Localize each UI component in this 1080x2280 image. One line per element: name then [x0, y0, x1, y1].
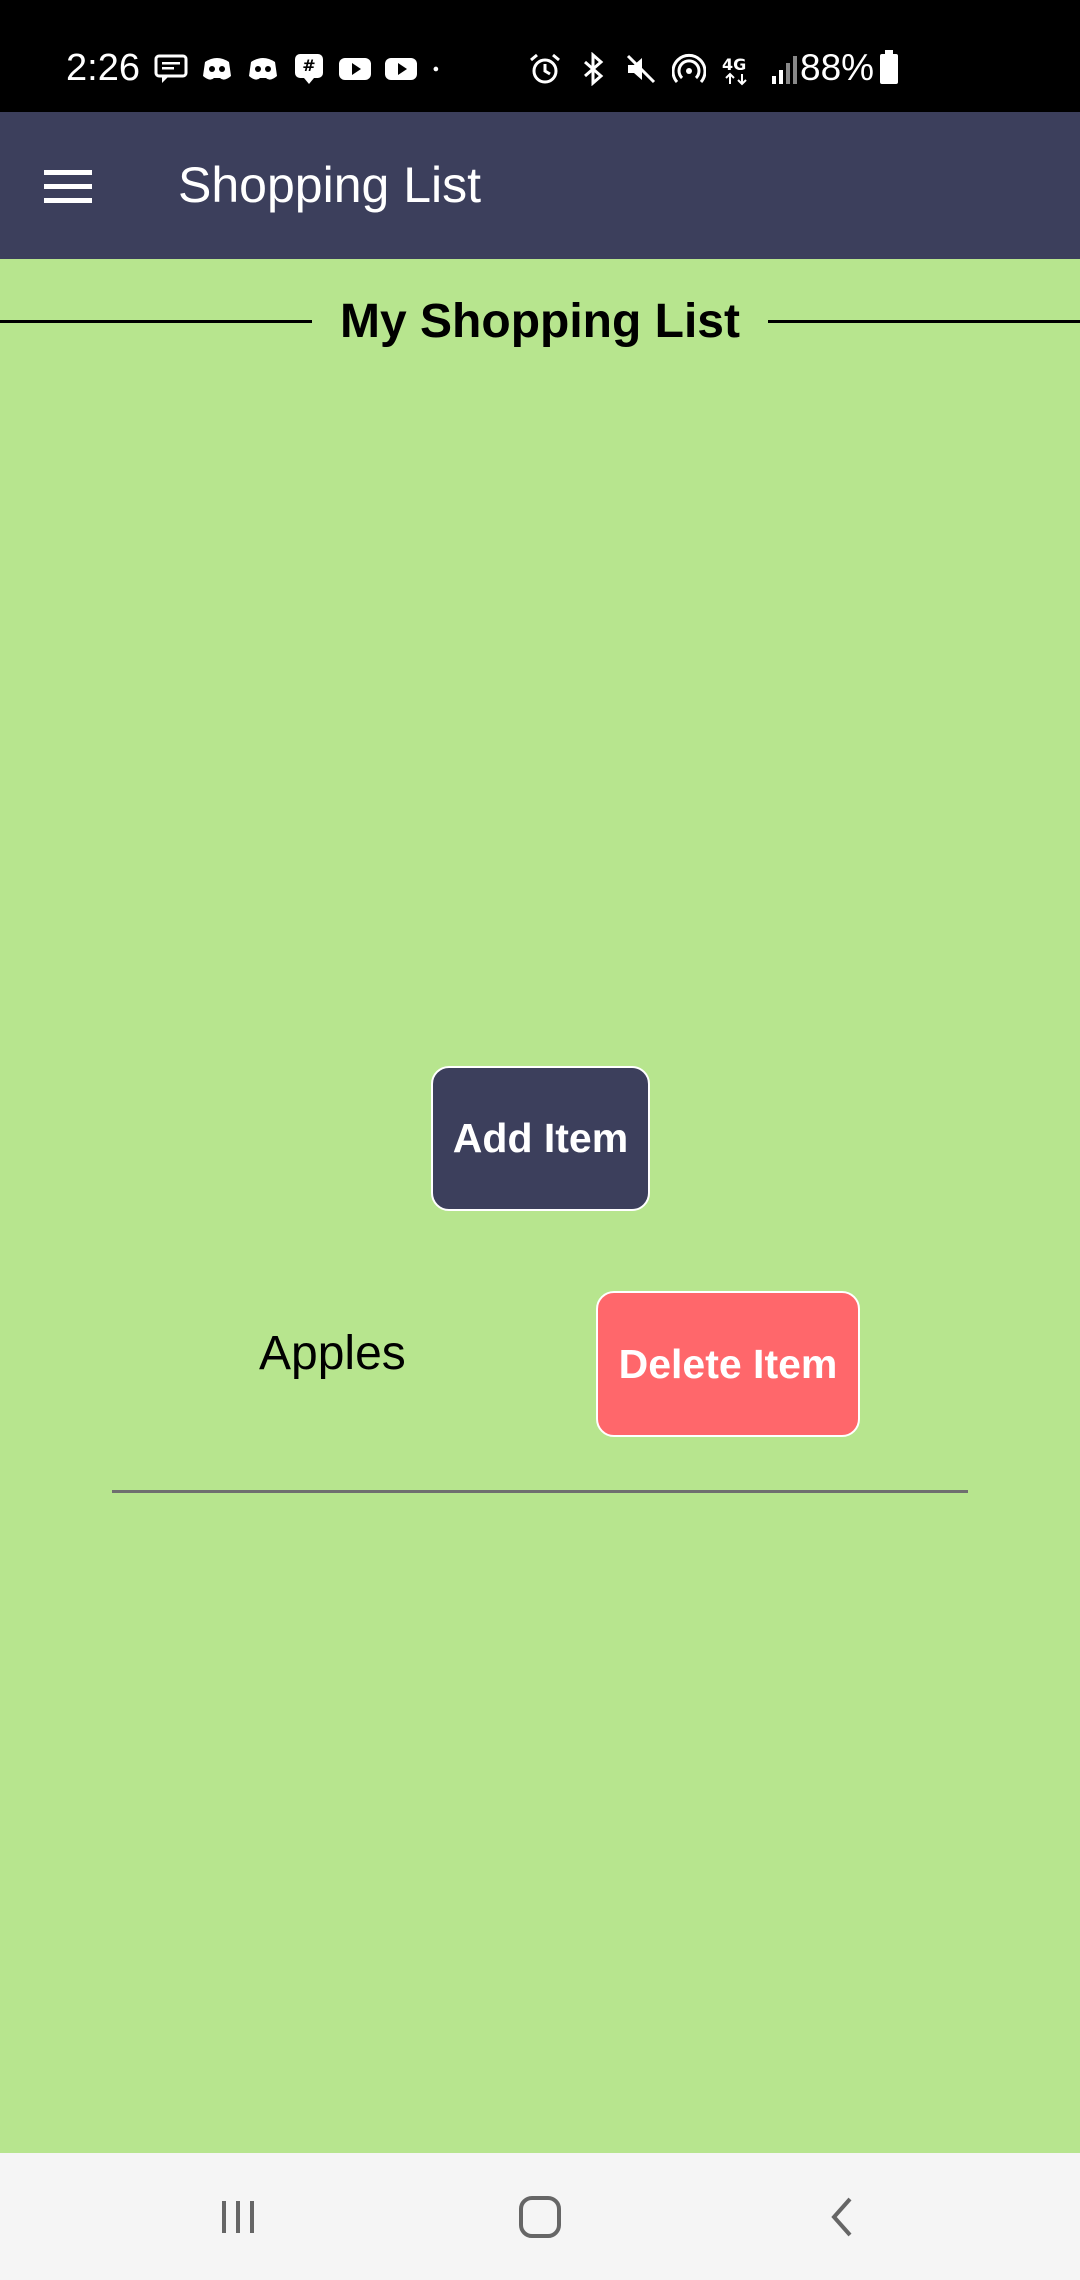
back-button[interactable]: [782, 2153, 902, 2280]
app-title: Shopping List: [178, 157, 482, 213]
discord-icon: [203, 58, 231, 80]
svg-text:4G: 4G: [722, 55, 746, 74]
list-divider: [112, 1490, 968, 1493]
youtube-icon: [339, 58, 371, 80]
alarm-icon: [530, 53, 560, 84]
dot-icon: [433, 66, 439, 72]
recents-icon: [222, 2200, 254, 2233]
home-icon: [519, 2195, 561, 2238]
app-bar: Shopping List: [0, 112, 1080, 259]
delete-item-button[interactable]: Delete Item: [596, 1291, 860, 1437]
status-bar: 2:26 # 4G 88%: [0, 0, 1080, 112]
4g-lte-icon: 4G: [722, 55, 747, 86]
battery-icon: [880, 50, 898, 84]
heading-divider-right: [767, 319, 1080, 323]
hotspot-icon: [672, 53, 706, 83]
notification-icons: #: [154, 52, 450, 86]
discord-icon: [249, 58, 277, 80]
svg-text:#: #: [302, 56, 315, 75]
menu-button[interactable]: [22, 142, 114, 230]
signal-icon: [772, 56, 797, 84]
youtube-icon: [385, 58, 417, 80]
hamburger-icon-line: [44, 197, 92, 203]
page-title: My Shopping List: [340, 294, 740, 348]
list-item-label: Apples: [259, 1327, 406, 1380]
system-icons: 4G: [528, 52, 802, 86]
system-nav-bar: [0, 2153, 1080, 2280]
add-item-button[interactable]: Add Item: [431, 1066, 650, 1211]
message-icon: [154, 54, 188, 83]
status-time: 2:26: [66, 47, 140, 89]
battery-percentage: 88%: [800, 47, 875, 88]
mute-icon: [626, 54, 656, 84]
groupme-icon: #: [295, 54, 323, 84]
page-heading: My Shopping List: [0, 288, 1080, 354]
back-icon: [831, 2197, 852, 2236]
bluetooth-icon: [584, 52, 604, 86]
heading-divider-left: [0, 319, 313, 323]
home-button[interactable]: [480, 2153, 600, 2280]
hamburger-icon-line: [44, 183, 92, 189]
recents-button[interactable]: [178, 2153, 298, 2280]
hamburger-icon: [44, 169, 92, 175]
